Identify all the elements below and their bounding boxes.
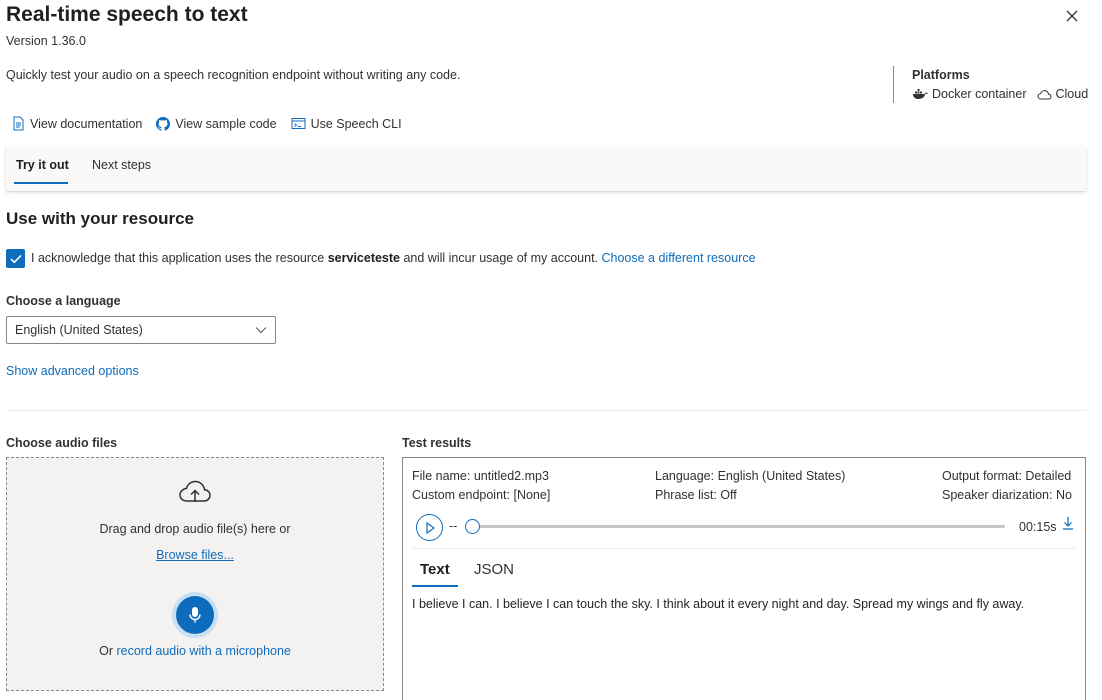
download-button[interactable] — [1062, 516, 1074, 533]
page-title: Real-time speech to text — [6, 3, 248, 26]
tab-text[interactable]: Text — [420, 561, 450, 578]
platform-cloud-label: Cloud — [1055, 87, 1089, 101]
file-name-label: File name: — [412, 469, 471, 483]
docker-icon — [913, 89, 928, 99]
tab-bar — [6, 146, 1086, 191]
custom-endpoint-field: Custom endpoint: [None] — [412, 488, 550, 502]
output-format-value: Detailed — [1025, 469, 1072, 483]
custom-endpoint-label: Custom endpoint: — [412, 488, 510, 502]
resource-name: serviceteste — [327, 251, 400, 265]
view-sample-code-label: View sample code — [175, 116, 277, 131]
results-divider — [412, 548, 1076, 549]
results-active-tab-indicator — [412, 585, 458, 587]
player-position: -- — [449, 519, 458, 533]
language-dropdown-value: English (United States) — [15, 323, 143, 337]
file-name-field: File name: untitled2.mp3 — [412, 469, 549, 483]
resource-links: View documentation View sample code Use … — [12, 116, 402, 131]
use-speech-cli-label: Use Speech CLI — [310, 116, 402, 131]
audio-seek-track[interactable] — [472, 525, 1005, 528]
custom-endpoint-value: [None] — [513, 488, 551, 502]
speaker-diarization-value: No — [1055, 488, 1072, 502]
platform-docker-label: Docker container — [932, 87, 1027, 101]
view-documentation-link[interactable]: View documentation — [12, 116, 142, 131]
github-icon — [156, 116, 171, 131]
platform-cloud: Cloud — [1036, 87, 1089, 101]
browse-files-row: Browse files... — [6, 548, 384, 562]
tab-next-steps[interactable]: Next steps — [92, 158, 151, 172]
section-divider — [6, 410, 1086, 411]
language-label: Choose a language — [6, 294, 121, 308]
close-button[interactable] — [1060, 4, 1084, 28]
view-documentation-label: View documentation — [30, 116, 143, 131]
cloud-icon — [1036, 89, 1052, 99]
chevron-down-icon — [255, 327, 267, 334]
record-prefix: Or — [99, 644, 117, 658]
upload-cloud-icon — [177, 479, 213, 508]
document-icon — [13, 116, 24, 131]
version-label: Version 1.36.0 — [6, 34, 86, 48]
file-name-value: untitled2.mp3 — [473, 469, 549, 483]
audio-files-title: Choose audio files — [6, 436, 118, 450]
acknowledge-text: I acknowledge that this application uses… — [31, 251, 756, 265]
platform-docker: Docker container — [912, 87, 1027, 101]
tab-json[interactable]: JSON — [474, 561, 514, 578]
play-icon — [425, 521, 435, 534]
section-title: Use with your resource — [6, 209, 195, 228]
language-dropdown[interactable]: English (United States) — [6, 316, 276, 344]
output-format-label: Output format: — [942, 469, 1022, 483]
output-format-field: Output format: Detailed — [942, 469, 1071, 483]
platforms-title: Platforms — [912, 68, 970, 82]
phrase-list-field: Phrase list: Off — [655, 488, 737, 502]
speaker-diarization-label: Speaker diarization: — [942, 488, 1053, 502]
language-field: Language: English (United States) — [655, 469, 845, 483]
tab-try-it-out[interactable]: Try it out — [16, 158, 69, 172]
browse-files-link[interactable]: Browse files... — [156, 548, 234, 562]
record-audio-link[interactable]: record audio with a microphone — [116, 644, 290, 658]
play-button[interactable] — [416, 514, 443, 541]
record-microphone-button[interactable] — [176, 596, 214, 634]
show-advanced-options-link[interactable]: Show advanced options — [6, 364, 139, 378]
download-icon — [1063, 517, 1073, 530]
choose-different-resource-link[interactable]: Choose a different resource — [602, 251, 756, 265]
view-sample-code-link[interactable]: View sample code — [156, 116, 277, 131]
close-icon — [1066, 10, 1078, 22]
page-description: Quickly test your audio on a speech reco… — [6, 68, 461, 82]
audio-seek-thumb[interactable] — [465, 519, 480, 534]
vertical-divider — [893, 66, 894, 103]
ack-text-after: and will incur usage of my account. — [400, 251, 602, 265]
result-language-label: Language: — [655, 469, 715, 483]
microphone-icon — [189, 607, 201, 623]
phrase-list-value: Off — [720, 488, 737, 502]
result-language-value: English (United States) — [717, 469, 846, 483]
platforms-list: Docker container Cloud — [912, 87, 1088, 101]
phrase-list-label: Phrase list: — [655, 488, 717, 502]
test-results-title: Test results — [402, 436, 472, 450]
checkmark-icon — [9, 254, 22, 263]
ack-text-before: I acknowledge that this application uses… — [31, 251, 328, 265]
use-speech-cli-link[interactable]: Use Speech CLI — [291, 116, 402, 131]
acknowledge-checkbox[interactable] — [6, 249, 25, 268]
drag-drop-text: Drag and drop audio file(s) here or — [99, 522, 291, 536]
terminal-icon — [291, 118, 306, 129]
speaker-diarization-field: Speaker diarization: No — [942, 488, 1072, 502]
record-audio-text: Or record audio with a microphone — [6, 644, 384, 658]
audio-duration: 00:15s — [1019, 520, 1057, 534]
transcript-text: I believe I can. I believe I can touch t… — [412, 597, 1025, 611]
active-tab-indicator — [14, 182, 68, 184]
